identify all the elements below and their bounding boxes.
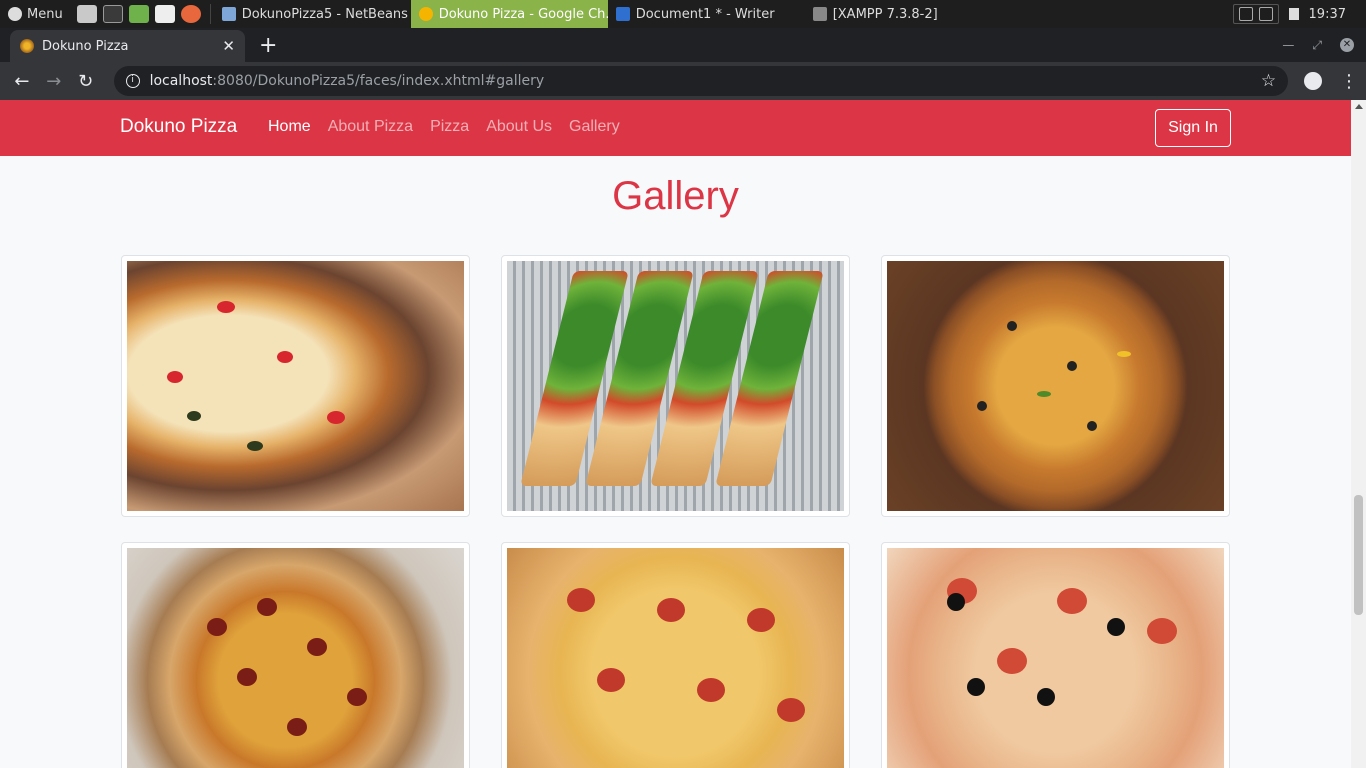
- new-tab-icon[interactable]: +: [259, 34, 277, 58]
- info-icon[interactable]: i: [125, 74, 140, 88]
- battery-icon[interactable]: [1288, 8, 1299, 20]
- page-viewport: Dokuno Pizza Home About Pizza Pizza Abou…: [0, 100, 1366, 768]
- folder-launcher-icon[interactable]: [128, 5, 149, 23]
- task-netbeans[interactable]: DokunoPizza5 - NetBeans ...: [214, 0, 411, 28]
- forward-arrow-icon[interactable]: →: [40, 67, 68, 95]
- gallery-image-3[interactable]: [881, 255, 1230, 517]
- url-host: localhost: [149, 73, 213, 89]
- more-menu-icon[interactable]: ⋮: [1340, 71, 1358, 92]
- display-icon[interactable]: [1258, 7, 1273, 21]
- pepperoni-box-pizza-photo: [507, 548, 844, 768]
- nav-links: Home About Pizza Pizza About Us Gallery: [268, 118, 620, 136]
- start-menu-button[interactable]: Menu: [0, 0, 71, 28]
- task-label: [XAMPP 7.3.8-2]: [832, 6, 938, 22]
- quick-launcher: [71, 5, 207, 23]
- clock[interactable]: 19:37: [1309, 7, 1346, 22]
- gallery-heading: Gallery: [612, 174, 739, 218]
- bookmark-star-icon[interactable]: ☆: [1261, 71, 1276, 91]
- task-label: Document1 * - Writer: [635, 6, 775, 22]
- nav-pizza[interactable]: Pizza: [430, 118, 469, 136]
- browser-tab[interactable]: Dokuno Pizza ✕: [10, 30, 245, 62]
- bluetooth-icon[interactable]: [1238, 7, 1253, 21]
- netbeans-icon: [221, 7, 236, 21]
- taskbar-separator: [209, 4, 211, 24]
- task-writer[interactable]: Document1 * - Writer: [608, 0, 805, 28]
- arugula-flatbread-photo: [507, 261, 844, 511]
- scroll-up-icon[interactable]: [1355, 104, 1363, 109]
- profile-avatar-icon[interactable]: [1304, 72, 1322, 90]
- tab-title: Dokuno Pizza: [42, 38, 129, 54]
- task-chrome[interactable]: Dokuno Pizza - Google Ch...: [410, 0, 608, 28]
- minimize-icon[interactable]: —: [1282, 38, 1294, 52]
- vegetable-pizza-photo: [887, 261, 1224, 511]
- task-xampp[interactable]: [XAMPP 7.3.8-2]: [805, 0, 1002, 28]
- gallery-image-5[interactable]: [501, 542, 850, 768]
- task-label: DokunoPizza5 - NetBeans ...: [241, 6, 411, 22]
- browser-tabbar: Dokuno Pizza ✕ + — ⤢ ✕: [0, 28, 1366, 62]
- menu-icon: [8, 7, 22, 21]
- reload-icon[interactable]: ↻: [72, 67, 100, 95]
- window-controls: — ⤢ ✕: [1282, 28, 1366, 62]
- files-launcher-icon[interactable]: [76, 5, 97, 23]
- browser-toolbar: ← → ↻ i localhost:8080/DokunoPizza5/face…: [0, 62, 1366, 100]
- site-navbar: Dokuno Pizza Home About Pizza Pizza Abou…: [0, 100, 1351, 156]
- task-label: Dokuno Pizza - Google Ch...: [438, 6, 608, 22]
- os-taskbar: Menu DokunoPizza5 - NetBeans ... Dokuno …: [0, 0, 1366, 28]
- pepperoni-board-pizza-photo: [127, 548, 464, 768]
- pepperoni-olive-pizza-photo: [887, 548, 1224, 768]
- firefox-launcher-icon[interactable]: [180, 5, 201, 23]
- page-scrollbar[interactable]: [1351, 100, 1366, 768]
- cheese-pull-pizza-photo: [127, 261, 464, 511]
- close-tab-icon[interactable]: ✕: [222, 37, 235, 55]
- pizza-favicon-icon: [20, 39, 34, 53]
- text-editor-launcher-icon[interactable]: [154, 5, 175, 23]
- start-menu-label: Menu: [27, 6, 63, 22]
- gallery-image-4[interactable]: [121, 542, 470, 768]
- gallery-image-1[interactable]: [121, 255, 470, 517]
- sign-in-button[interactable]: Sign In: [1155, 109, 1231, 147]
- terminal-launcher-icon[interactable]: [102, 5, 123, 23]
- nav-about-us[interactable]: About Us: [486, 118, 552, 136]
- nav-about-pizza[interactable]: About Pizza: [328, 118, 413, 136]
- nav-home[interactable]: Home: [268, 118, 311, 136]
- site-brand[interactable]: Dokuno Pizza: [120, 116, 237, 138]
- gallery-image-2[interactable]: [501, 255, 850, 517]
- window-icon: [812, 7, 827, 21]
- chrome-icon: [418, 7, 433, 21]
- nav-gallery[interactable]: Gallery: [569, 118, 620, 136]
- close-window-icon[interactable]: ✕: [1340, 38, 1354, 52]
- system-tray: 19:37: [1232, 0, 1366, 28]
- restore-icon[interactable]: ⤢: [1312, 38, 1322, 53]
- writer-icon: [615, 7, 630, 21]
- back-arrow-icon[interactable]: ←: [8, 67, 36, 95]
- address-bar[interactable]: i localhost:8080/DokunoPizza5/faces/inde…: [113, 66, 1289, 96]
- gallery-image-6[interactable]: [881, 542, 1230, 768]
- url-path: :8080/DokunoPizza5/faces/index.xhtml#gal…: [212, 73, 545, 89]
- tray-icons: [1232, 4, 1279, 24]
- scrollbar-thumb[interactable]: [1354, 495, 1363, 615]
